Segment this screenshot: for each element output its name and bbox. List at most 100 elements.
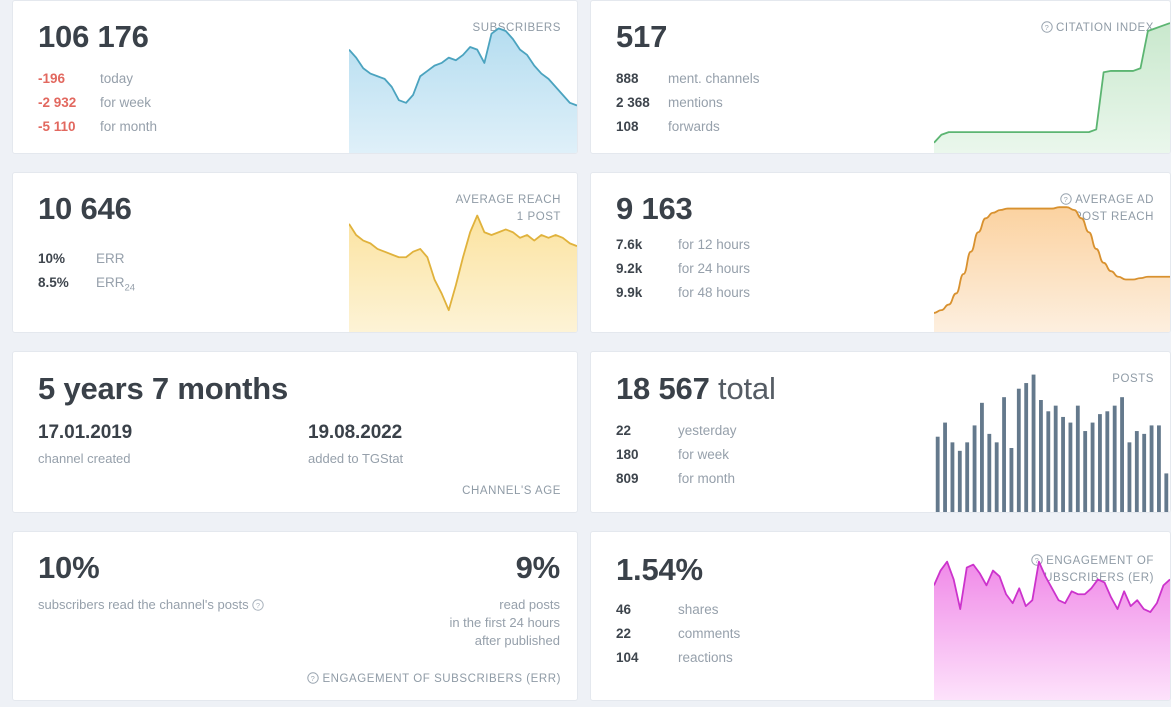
stat-row: -196 today xyxy=(38,67,157,91)
stat-label: ERR xyxy=(96,247,125,271)
cell-channels-age: 5 years 7 months 17.01.2019 channel crea… xyxy=(0,339,590,519)
card-subscribers[interactable]: 106 176 SUBSCRIBERS -196 today -2 932 fo… xyxy=(12,0,578,154)
channels-age-dates: 17.01.2019 channel created 19.08.2022 ad… xyxy=(38,422,403,466)
citation-index-value: 517 xyxy=(616,19,667,55)
card-average-ad-reach[interactable]: 9 163 ?AVERAGE AD 1 POST REACH 7.6k for … xyxy=(590,172,1171,333)
stat-value: 2 368 xyxy=(616,91,668,115)
stat-value: 9.9k xyxy=(616,281,678,305)
stat-value: 888 xyxy=(616,67,668,91)
stat-value: 104 xyxy=(616,646,678,670)
subscribers-stats: -196 today -2 932 for week -5 110 for mo… xyxy=(38,67,157,139)
average-ad-reach-chart xyxy=(934,173,1170,332)
citation-index-stats: 888 ment. channels 2 368 mentions 108 fo… xyxy=(616,67,760,139)
stat-label: for week xyxy=(100,91,151,115)
svg-text:?: ? xyxy=(311,674,316,683)
posts-chart xyxy=(934,352,1170,512)
added-date: 19.08.2022 xyxy=(308,422,403,444)
stat-value: 180 xyxy=(616,443,678,467)
stat-value: 7.6k xyxy=(616,233,678,257)
stat-row: 2 368 mentions xyxy=(616,91,760,115)
average-ad-reach-value: 9 163 xyxy=(616,191,693,227)
stat-row: -2 932 for week xyxy=(38,91,157,115)
posts-stats: 22 yesterday 180 for week 809 for month xyxy=(616,419,737,491)
stat-value: 22 xyxy=(616,622,678,646)
svg-text:?: ? xyxy=(256,601,260,610)
stat-row: 7.6k for 12 hours xyxy=(616,233,750,257)
stat-value: 10% xyxy=(38,247,96,271)
stat-row: 22 comments xyxy=(616,622,740,646)
stat-value: -2 932 xyxy=(38,91,100,115)
stat-value: 9.2k xyxy=(616,257,678,281)
help-icon[interactable]: ? xyxy=(307,672,319,684)
stat-value: -5 110 xyxy=(38,115,100,139)
err-left-block: 10% subscribers read the channel's posts… xyxy=(38,550,264,616)
average-reach-value: 10 646 xyxy=(38,191,132,227)
err-right-text: read posts in the first 24 hours after p… xyxy=(449,596,560,650)
stat-label: comments xyxy=(678,622,740,646)
stat-label: ERR24 xyxy=(96,271,135,301)
stat-label: for month xyxy=(678,467,735,491)
stat-row: 104 reactions xyxy=(616,646,740,670)
cell-posts: 18 567 total POSTS 22 yesterday 180 for … xyxy=(590,339,1171,519)
date-column-created: 17.01.2019 channel created xyxy=(38,422,308,466)
stat-label: for month xyxy=(100,115,157,139)
er-stats: 46 shares 22 comments 104 reactions xyxy=(616,598,740,670)
stat-label: forwards xyxy=(668,115,720,139)
added-label: added to TGStat xyxy=(308,451,403,466)
cell-err: 10% subscribers read the channel's posts… xyxy=(0,519,590,707)
cell-citation-index: 517 ?CITATION INDEX 888 ment. channels 2… xyxy=(590,0,1171,160)
stat-row: 180 for week xyxy=(616,443,737,467)
subscribers-chart xyxy=(349,1,577,153)
stat-label: for week xyxy=(678,443,729,467)
help-icon[interactable]: ? xyxy=(252,598,264,616)
cell-er: 1.54% ?ENGAGEMENT OF SUBSCRIBERS (ER) 46… xyxy=(590,519,1171,707)
err-right-line-2: in the first 24 hours xyxy=(449,614,560,632)
stat-row: 888 ment. channels xyxy=(616,67,760,91)
stat-label: mentions xyxy=(668,91,723,115)
card-posts[interactable]: 18 567 total POSTS 22 yesterday 180 for … xyxy=(590,351,1171,513)
stat-label: for 24 hours xyxy=(678,257,750,281)
stat-value: 22 xyxy=(616,419,678,443)
label-text: ENGAGEMENT OF SUBSCRIBERS (ERR) xyxy=(322,673,561,685)
stat-label: yesterday xyxy=(678,419,737,443)
err-right-value: 9% xyxy=(449,550,560,586)
stat-row: -5 110 for month xyxy=(38,115,157,139)
stat-value: 108 xyxy=(616,115,668,139)
err-right-line-1: read posts xyxy=(449,596,560,614)
card-average-reach[interactable]: 10 646 AVERAGE REACH 1 POST 10% ERR 8.5%… xyxy=(12,172,578,333)
card-er[interactable]: 1.54% ?ENGAGEMENT OF SUBSCRIBERS (ER) 46… xyxy=(590,531,1171,701)
stat-value: 46 xyxy=(616,598,678,622)
err-right-line-3: after published xyxy=(449,632,560,650)
average-reach-chart xyxy=(349,173,577,332)
cell-subscribers: 106 176 SUBSCRIBERS -196 today -2 932 fo… xyxy=(0,0,590,160)
posts-suffix: total xyxy=(718,371,776,406)
stat-label: today xyxy=(100,67,133,91)
stat-label: ment. channels xyxy=(668,67,760,91)
cell-average-ad-reach: 9 163 ?AVERAGE AD 1 POST REACH 7.6k for … xyxy=(590,160,1171,339)
card-err[interactable]: 10% subscribers read the channel's posts… xyxy=(12,531,578,701)
stat-row: 809 for month xyxy=(616,467,737,491)
stat-row: 10% ERR xyxy=(38,247,135,271)
subscribers-value: 106 176 xyxy=(38,19,149,55)
channels-age-value: 5 years 7 months xyxy=(38,371,288,407)
stat-row: 8.5% ERR24 xyxy=(38,271,135,301)
created-label: channel created xyxy=(38,451,308,466)
stat-value: -196 xyxy=(38,67,100,91)
err-left-value: 10% xyxy=(38,550,264,586)
date-column-added: 19.08.2022 added to TGStat xyxy=(308,422,403,466)
err-label: ? ENGAGEMENT OF SUBSCRIBERS (ERR) xyxy=(307,671,561,688)
average-ad-reach-stats: 7.6k for 12 hours 9.2k for 24 hours 9.9k… xyxy=(616,233,750,305)
card-channels-age[interactable]: 5 years 7 months 17.01.2019 channel crea… xyxy=(12,351,578,513)
stat-row: 22 yesterday xyxy=(616,419,737,443)
er-value: 1.54% xyxy=(616,552,703,588)
card-citation-index[interactable]: 517 ?CITATION INDEX 888 ment. channels 2… xyxy=(590,0,1171,154)
stat-value: 8.5% xyxy=(38,271,96,301)
stat-label: reactions xyxy=(678,646,733,670)
cell-average-reach: 10 646 AVERAGE REACH 1 POST 10% ERR 8.5%… xyxy=(0,160,590,339)
stat-row: 46 shares xyxy=(616,598,740,622)
stat-row: 9.9k for 48 hours xyxy=(616,281,750,305)
stat-label: for 48 hours xyxy=(678,281,750,305)
stat-label-subscript: 24 xyxy=(125,283,136,294)
stat-label: for 12 hours xyxy=(678,233,750,257)
er-chart xyxy=(934,532,1170,700)
